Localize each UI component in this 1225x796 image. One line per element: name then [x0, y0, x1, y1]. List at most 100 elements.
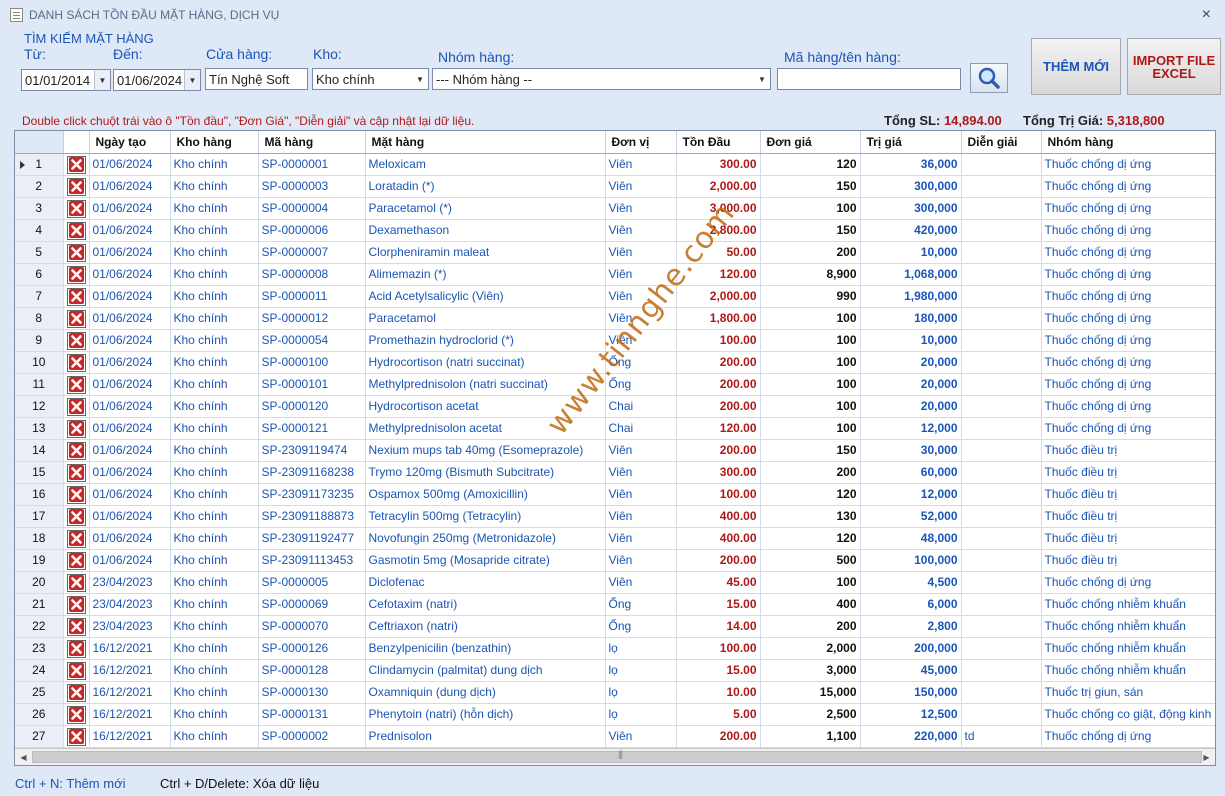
cell-price[interactable]: 100	[760, 329, 861, 352]
cell-price[interactable]: 500	[760, 549, 861, 572]
cell-note[interactable]	[961, 571, 1042, 594]
delete-row-button[interactable]	[66, 353, 86, 372]
table-row[interactable]: 26 16/12/2021 Kho chính SP-0000131 Phenytoin…	[15, 703, 1215, 726]
header-opening[interactable]: Tồn Đầu	[676, 131, 761, 154]
cell-opening[interactable]: 300.00	[676, 153, 761, 176]
delete-row-button[interactable]	[66, 419, 86, 438]
row-header[interactable]: 9	[15, 329, 64, 352]
to-date-picker[interactable]: 01/06/2024 ▼	[113, 69, 201, 91]
search-button[interactable]	[970, 63, 1008, 93]
row-header[interactable]: 4	[15, 219, 64, 242]
table-row[interactable]: 23 16/12/2021 Kho chính SP-0000126 Benzylpen…	[15, 637, 1215, 660]
cell-opening[interactable]: 300.00	[676, 461, 761, 484]
table-row[interactable]: 19 01/06/2024 Kho chính SP-23091113453 Gasmo…	[15, 549, 1215, 572]
row-header[interactable]: 5	[15, 241, 64, 264]
row-header[interactable]: 10	[15, 351, 64, 374]
cell-note[interactable]	[961, 615, 1042, 638]
table-row[interactable]: 13 01/06/2024 Kho chính SP-0000121 Methylpre…	[15, 417, 1215, 440]
delete-row-button[interactable]	[66, 661, 86, 680]
cell-note[interactable]	[961, 461, 1042, 484]
table-row[interactable]: 21 23/04/2023 Kho chính SP-0000069 Cefotaxim…	[15, 593, 1215, 616]
table-row[interactable]: 1 01/06/2024 Kho chính SP-0000001 Meloxicam V…	[15, 153, 1215, 176]
calendar-dropdown-icon[interactable]: ▼	[94, 70, 110, 90]
table-row[interactable]: 3 01/06/2024 Kho chính SP-0000004 Paracetamo…	[15, 197, 1215, 220]
cell-opening[interactable]: 200.00	[676, 549, 761, 572]
delete-row-button[interactable]	[66, 573, 86, 592]
delete-row-button[interactable]	[66, 375, 86, 394]
row-header[interactable]: 21	[15, 593, 64, 616]
horizontal-scrollbar[interactable]: ◀ ▶	[15, 748, 1215, 765]
cell-opening[interactable]: 400.00	[676, 505, 761, 528]
header-code[interactable]: Mã hàng	[258, 131, 366, 154]
delete-row-button[interactable]	[66, 199, 86, 218]
cell-note[interactable]	[961, 373, 1042, 396]
row-header[interactable]: 15	[15, 461, 64, 484]
row-header[interactable]: 25	[15, 681, 64, 704]
header-warehouse[interactable]: Kho hàng	[170, 131, 259, 154]
select-all-corner[interactable]	[15, 131, 64, 154]
delete-row-button[interactable]	[66, 617, 86, 636]
cell-price[interactable]: 400	[760, 593, 861, 616]
header-value[interactable]: Trị giá	[860, 131, 962, 154]
close-button[interactable]: ×	[1202, 6, 1211, 24]
cell-note[interactable]	[961, 659, 1042, 682]
cell-price[interactable]: 200	[760, 615, 861, 638]
cell-opening[interactable]: 1,800.00	[676, 307, 761, 330]
row-header[interactable]: 12	[15, 395, 64, 418]
cell-note[interactable]	[961, 351, 1042, 374]
cell-opening[interactable]: 2,800.00	[676, 219, 761, 242]
chevron-down-icon[interactable]: ▼	[412, 69, 428, 89]
row-header[interactable]: 1	[15, 153, 64, 176]
cell-price[interactable]: 100	[760, 417, 861, 440]
cell-opening[interactable]: 2,000.00	[676, 175, 761, 198]
table-row[interactable]: 5 01/06/2024 Kho chính SP-0000007 Clorphenir…	[15, 241, 1215, 264]
scroll-right-icon[interactable]: ▶	[1198, 749, 1215, 765]
row-header[interactable]: 8	[15, 307, 64, 330]
cell-note[interactable]	[961, 483, 1042, 506]
row-header[interactable]: 23	[15, 637, 64, 660]
cell-opening[interactable]: 120.00	[676, 417, 761, 440]
cell-opening[interactable]: 120.00	[676, 263, 761, 286]
cell-price[interactable]: 120	[760, 483, 861, 506]
row-header[interactable]: 20	[15, 571, 64, 594]
cell-note[interactable]	[961, 395, 1042, 418]
warehouse-select[interactable]: Kho chính ▼	[312, 68, 429, 90]
header-group[interactable]: Nhóm hàng	[1041, 131, 1215, 154]
row-header[interactable]: 14	[15, 439, 64, 462]
calendar-dropdown-icon[interactable]: ▼	[184, 70, 200, 90]
delete-row-button[interactable]	[66, 529, 86, 548]
table-row[interactable]: 20 23/04/2023 Kho chính SP-0000005 Diclofena…	[15, 571, 1215, 594]
cell-note[interactable]	[961, 241, 1042, 264]
cell-opening[interactable]: 200.00	[676, 439, 761, 462]
cell-opening[interactable]: 15.00	[676, 659, 761, 682]
cell-price[interactable]: 150	[760, 219, 861, 242]
table-row[interactable]: 4 01/06/2024 Kho chính SP-0000006 Dexamethas…	[15, 219, 1215, 242]
table-row[interactable]: 6 01/06/2024 Kho chính SP-0000008 Alimemazin…	[15, 263, 1215, 286]
cell-note[interactable]	[961, 439, 1042, 462]
from-date-picker[interactable]: 01/01/2014 ▼	[21, 69, 111, 91]
table-row[interactable]: 18 01/06/2024 Kho chính SP-23091192477 Novof…	[15, 527, 1215, 550]
delete-row-button[interactable]	[66, 397, 86, 416]
cell-price[interactable]: 150	[760, 175, 861, 198]
cell-note[interactable]	[961, 703, 1042, 726]
delete-row-button[interactable]	[66, 639, 86, 658]
delete-row-button[interactable]	[66, 441, 86, 460]
delete-row-button[interactable]	[66, 177, 86, 196]
cell-price[interactable]: 200	[760, 241, 861, 264]
row-header[interactable]: 19	[15, 549, 64, 572]
delete-row-button[interactable]	[66, 155, 86, 174]
header-note[interactable]: Diễn giải	[961, 131, 1042, 154]
cell-opening[interactable]: 400.00	[676, 527, 761, 550]
cell-note[interactable]	[961, 153, 1042, 176]
cell-note[interactable]	[961, 307, 1042, 330]
scroll-left-icon[interactable]: ◀	[15, 749, 32, 765]
delete-row-button[interactable]	[66, 331, 86, 350]
table-row[interactable]: 8 01/06/2024 Kho chính SP-0000012 Paracetamo…	[15, 307, 1215, 330]
row-header[interactable]: 17	[15, 505, 64, 528]
table-row[interactable]: 25 16/12/2021 Kho chính SP-0000130 Oxamniqui…	[15, 681, 1215, 704]
cell-note[interactable]	[961, 637, 1042, 660]
cell-note[interactable]	[961, 263, 1042, 286]
cell-opening[interactable]: 14.00	[676, 615, 761, 638]
table-row[interactable]: 7 01/06/2024 Kho chính SP-0000011 Acid Acety…	[15, 285, 1215, 308]
cell-opening[interactable]: 200.00	[676, 395, 761, 418]
